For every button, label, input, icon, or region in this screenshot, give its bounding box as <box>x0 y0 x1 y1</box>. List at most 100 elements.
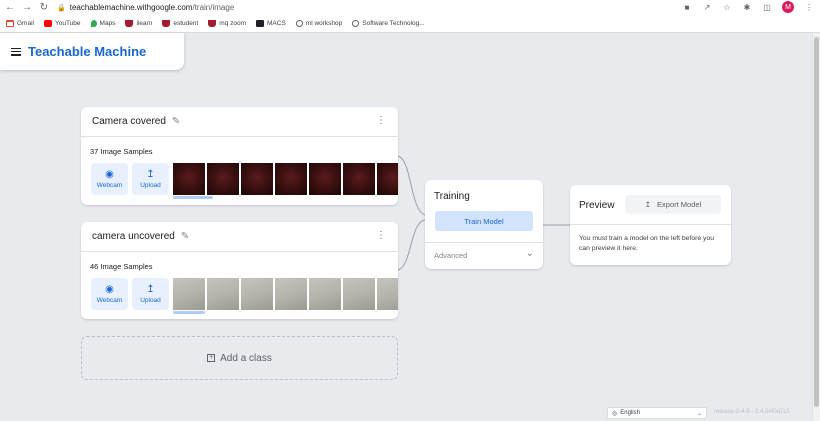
hamburger-menu-icon[interactable] <box>11 47 21 56</box>
sample-thumbnail[interactable] <box>377 163 398 195</box>
add-class-button[interactable]: + Add a class <box>81 336 398 380</box>
bookmark-ilearn[interactable]: ilearn <box>125 20 152 27</box>
preview-message: You must train a model on the left befor… <box>579 235 715 252</box>
thumbnail-scroll-indicator[interactable] <box>173 196 213 199</box>
sample-thumbnail[interactable] <box>173 163 205 195</box>
sample-thumbnail[interactable] <box>275 278 307 310</box>
chevron-down-icon: ⌄ <box>696 410 702 417</box>
bookmark-label: mq zoom <box>219 20 247 27</box>
edit-pencil-icon[interactable]: ✎ <box>172 116 180 127</box>
samples-count: 37 Image Samples <box>90 147 153 156</box>
page-scrollbar[interactable] <box>812 33 820 421</box>
bookmark-ml-workshop[interactable]: ml workshop <box>295 20 343 27</box>
language-select[interactable]: ◎ English ⌄ <box>607 407 707 419</box>
upload-label: Upload <box>140 297 161 304</box>
star-icon[interactable]: ☆ <box>722 2 732 12</box>
menu-kebab-icon[interactable]: ⋮ <box>804 2 814 12</box>
shield-icon <box>162 20 171 27</box>
class-card-camera-uncovered: camera uncovered ✎ ⋮ 46 Image Samples ◉ … <box>81 222 398 319</box>
sample-thumbnail[interactable] <box>309 163 341 195</box>
sidebar-icon[interactable]: ◫ <box>762 2 772 12</box>
upload-button[interactable]: ↥ Upload <box>132 278 169 310</box>
thumbnail-scroll-indicator[interactable] <box>173 311 205 314</box>
training-panel: Training Train Model Advanced ⌄ <box>425 180 543 269</box>
maps-icon <box>90 20 97 27</box>
extensions-icon[interactable]: ✱ <box>742 2 752 12</box>
sample-thumbnail[interactable] <box>309 278 341 310</box>
reload-icon[interactable]: ↻ <box>37 1 51 15</box>
samples-count: 46 Image Samples <box>90 262 153 271</box>
avatar[interactable]: M <box>782 1 794 13</box>
advanced-toggle[interactable]: Advanced <box>434 251 467 260</box>
avatar-letter: M <box>785 3 791 11</box>
sample-thumbnail[interactable] <box>343 163 375 195</box>
bookmark-youtube[interactable]: YouTube <box>43 20 81 27</box>
upload-button[interactable]: ↥ Upload <box>132 163 169 195</box>
class-card-camera-covered: Camera covered ✎ ⋮ 37 Image Samples ◉ We… <box>81 107 398 205</box>
lock-icon: 🔒 <box>57 4 66 12</box>
bookmark-macs[interactable]: MACS <box>256 20 286 27</box>
forward-icon[interactable]: → <box>20 1 34 15</box>
back-icon[interactable]: ← <box>3 1 17 15</box>
train-model-button[interactable]: Train Model <box>435 211 533 231</box>
bookmark-gmail[interactable]: Gmail <box>6 20 34 27</box>
app-header: Teachable Machine <box>0 33 184 70</box>
video-camera-icon: ◉ <box>105 284 114 295</box>
edit-pencil-icon[interactable]: ✎ <box>181 231 189 242</box>
chevron-down-icon[interactable]: ⌄ <box>526 248 534 259</box>
shield-icon <box>208 20 217 27</box>
bookmark-label: MACS <box>267 20 286 27</box>
sample-thumbnail[interactable] <box>343 278 375 310</box>
sample-thumbnail[interactable] <box>275 163 307 195</box>
sample-thumbnails <box>173 163 398 195</box>
add-box-icon: + <box>207 354 216 362</box>
app-title[interactable]: Teachable Machine <box>28 44 146 59</box>
class-name[interactable]: Camera covered <box>92 116 166 127</box>
sample-thumbnail[interactable] <box>207 278 239 310</box>
sample-thumbnail[interactable] <box>207 163 239 195</box>
divider <box>570 224 731 225</box>
sample-thumbnail[interactable] <box>173 278 205 310</box>
sample-thumbnail[interactable] <box>377 278 398 310</box>
training-title: Training <box>434 191 470 202</box>
upload-icon: ↥ <box>146 284 155 295</box>
bookmark-maps[interactable]: Maps <box>90 20 115 27</box>
class-options-icon[interactable]: ⋮ <box>376 231 386 241</box>
bookmark-mq-zoom[interactable]: mq zoom <box>208 20 246 27</box>
webcam-button[interactable]: ◉ Webcam <box>91 278 128 310</box>
youtube-icon <box>43 20 52 27</box>
sample-thumbnails <box>173 278 398 310</box>
share-icon[interactable]: ↗ <box>702 2 712 12</box>
class-header: Camera covered ✎ ⋮ <box>81 107 398 137</box>
address-bar[interactable]: teachablemachine.withgoogle.com/train/im… <box>70 3 235 12</box>
upload-icon: ↥ <box>146 169 155 180</box>
divider <box>425 242 543 243</box>
class-name[interactable]: camera uncovered <box>92 231 175 242</box>
globe-icon <box>352 20 360 27</box>
camera-icon[interactable]: ■ <box>682 2 692 12</box>
bookmarks-bar: Gmail YouTube Maps ilearn estudent mq zo… <box>0 15 820 33</box>
bookmark-label: ml workshop <box>305 20 343 27</box>
webcam-button[interactable]: ◉ Webcam <box>91 163 128 195</box>
export-model-button[interactable]: ↥ Export Model <box>625 195 721 214</box>
bookmark-label: YouTube <box>54 20 81 27</box>
upload-label: Upload <box>140 182 161 189</box>
sample-thumbnail[interactable] <box>241 163 273 195</box>
globe-icon: ◎ <box>612 410 618 417</box>
bookmark-label: ilearn <box>136 20 153 27</box>
video-camera-icon: ◉ <box>105 169 114 180</box>
bookmark-software-technology[interactable]: Software Technolog... <box>352 20 425 27</box>
class-options-icon[interactable]: ⋮ <box>376 116 386 126</box>
scrollbar-thumb[interactable] <box>814 37 819 407</box>
bookmark-label: Gmail <box>17 20 34 27</box>
export-upload-icon: ↥ <box>644 200 652 209</box>
url-path: /train/image <box>192 3 235 12</box>
preview-title: Preview <box>579 200 615 211</box>
sample-thumbnail[interactable] <box>241 278 273 310</box>
add-class-label: Add a class <box>220 352 272 364</box>
bookmark-estudent[interactable]: estudent <box>162 20 198 27</box>
shield-icon <box>125 20 134 27</box>
class-header: camera uncovered ✎ ⋮ <box>81 222 398 252</box>
browser-toolbar: ← → ↻ 🔒 teachablemachine.withgoogle.com/… <box>0 0 820 15</box>
preview-panel: Preview ↥ Export Model You must train a … <box>570 185 731 265</box>
